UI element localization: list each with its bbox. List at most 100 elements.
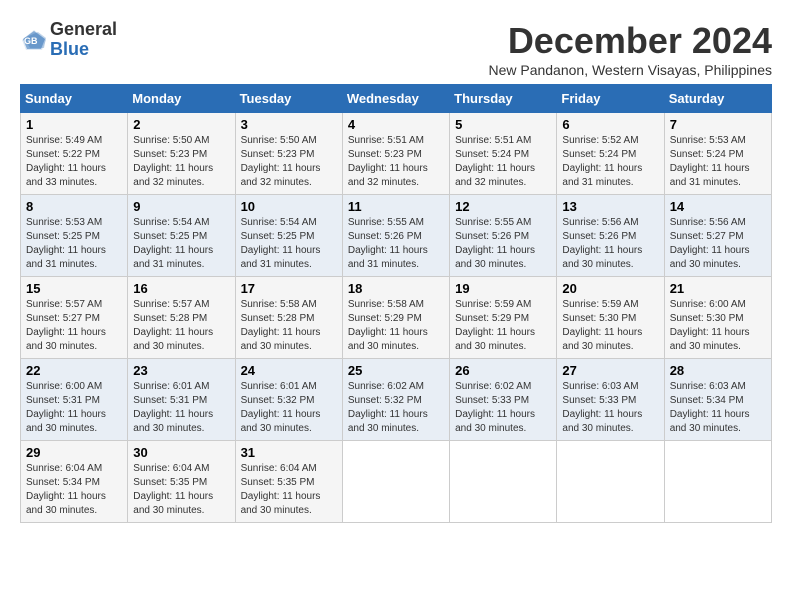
day-info: Sunrise: 5:53 AMSunset: 5:24 PMDaylight:… xyxy=(670,134,766,190)
day-number: 30 xyxy=(133,445,229,460)
day-info: Sunrise: 5:56 AMSunset: 5:27 PMDaylight:… xyxy=(670,216,766,272)
svg-text:GB: GB xyxy=(24,36,38,46)
day-number: 14 xyxy=(670,199,766,214)
calendar-cell: 27Sunrise: 6:03 AMSunset: 5:33 PMDayligh… xyxy=(557,359,664,441)
day-info: Sunrise: 5:58 AMSunset: 5:29 PMDaylight:… xyxy=(348,298,444,354)
title-area: December 2024 New Pandanon, Western Visa… xyxy=(488,20,772,78)
calendar-cell: 4 Sunrise: 5:51 AMSunset: 5:23 PMDaylight… xyxy=(342,113,449,195)
calendar-cell: 9 Sunrise: 5:54 AMSunset: 5:25 PMDaylight… xyxy=(128,195,235,277)
calendar-cell: 13Sunrise: 5:56 AMSunset: 5:26 PMDayligh… xyxy=(557,195,664,277)
day-info: Sunrise: 6:01 AMSunset: 5:31 PMDaylight:… xyxy=(133,380,229,436)
day-number: 28 xyxy=(670,363,766,378)
week-row-3: 15 Sunrise: 5:57 AMSunset: 5:27 PMDayligh… xyxy=(21,277,772,359)
day-number: 16 xyxy=(133,281,229,296)
day-number: 21 xyxy=(670,281,766,296)
day-info: Sunrise: 5:50 AMSunset: 5:23 PMDaylight:… xyxy=(133,134,229,190)
calendar-cell: 22Sunrise: 6:00 AMSunset: 5:31 PMDayligh… xyxy=(21,359,128,441)
weekday-header-sunday: Sunday xyxy=(21,85,128,113)
day-info: Sunrise: 6:04 AMSunset: 5:35 PMDaylight:… xyxy=(241,462,337,518)
weekday-header-row: SundayMondayTuesdayWednesdayThursdayFrid… xyxy=(21,85,772,113)
day-info: Sunrise: 5:53 AMSunset: 5:25 PMDaylight:… xyxy=(26,216,122,272)
day-info: Sunrise: 6:04 AMSunset: 5:35 PMDaylight:… xyxy=(133,462,229,518)
calendar-cell: 6Sunrise: 5:52 AMSunset: 5:24 PMDaylight… xyxy=(557,113,664,195)
calendar-cell: 25Sunrise: 6:02 AMSunset: 5:32 PMDayligh… xyxy=(342,359,449,441)
day-number: 18 xyxy=(348,281,444,296)
calendar-table: SundayMondayTuesdayWednesdayThursdayFrid… xyxy=(20,84,772,523)
calendar-cell: 7 Sunrise: 5:53 AMSunset: 5:24 PMDaylight… xyxy=(664,113,771,195)
calendar-cell xyxy=(557,441,664,523)
day-number: 5 xyxy=(455,117,551,132)
logo: GB General Blue xyxy=(20,20,117,60)
logo-icon: GB xyxy=(20,28,48,52)
day-info: Sunrise: 6:03 AMSunset: 5:34 PMDaylight:… xyxy=(670,380,766,436)
day-number: 26 xyxy=(455,363,551,378)
calendar-cell: 2 Sunrise: 5:50 AMSunset: 5:23 PMDaylight… xyxy=(128,113,235,195)
calendar-cell: 31 Sunrise: 6:04 AMSunset: 5:35 PMDayligh… xyxy=(235,441,342,523)
calendar-cell xyxy=(342,441,449,523)
calendar-cell: 26 Sunrise: 6:02 AMSunset: 5:33 PMDayligh… xyxy=(450,359,557,441)
day-info: Sunrise: 6:02 AMSunset: 5:32 PMDaylight:… xyxy=(348,380,444,436)
calendar-cell xyxy=(664,441,771,523)
day-number: 11 xyxy=(348,199,444,214)
logo-text: General Blue xyxy=(50,20,117,60)
week-row-5: 29Sunrise: 6:04 AMSunset: 5:34 PMDayligh… xyxy=(21,441,772,523)
weekday-header-saturday: Saturday xyxy=(664,85,771,113)
week-row-2: 8 Sunrise: 5:53 AMSunset: 5:25 PMDaylight… xyxy=(21,195,772,277)
calendar-cell: 1 Sunrise: 5:49 AMSunset: 5:22 PMDaylight… xyxy=(21,113,128,195)
header: GB General Blue December 2024 New Pandan… xyxy=(20,20,772,78)
calendar-cell: 29Sunrise: 6:04 AMSunset: 5:34 PMDayligh… xyxy=(21,441,128,523)
day-info: Sunrise: 5:55 AMSunset: 5:26 PMDaylight:… xyxy=(348,216,444,272)
calendar-cell: 23 Sunrise: 6:01 AMSunset: 5:31 PMDayligh… xyxy=(128,359,235,441)
weekday-header-wednesday: Wednesday xyxy=(342,85,449,113)
day-info: Sunrise: 5:49 AMSunset: 5:22 PMDaylight:… xyxy=(26,134,122,190)
day-info: Sunrise: 5:54 AMSunset: 5:25 PMDaylight:… xyxy=(133,216,229,272)
day-number: 7 xyxy=(670,117,766,132)
week-row-1: 1 Sunrise: 5:49 AMSunset: 5:22 PMDaylight… xyxy=(21,113,772,195)
day-info: Sunrise: 5:57 AMSunset: 5:28 PMDaylight:… xyxy=(133,298,229,354)
day-number: 23 xyxy=(133,363,229,378)
day-number: 31 xyxy=(241,445,337,460)
day-number: 12 xyxy=(455,199,551,214)
day-info: Sunrise: 5:58 AMSunset: 5:28 PMDaylight:… xyxy=(241,298,337,354)
week-row-4: 22Sunrise: 6:00 AMSunset: 5:31 PMDayligh… xyxy=(21,359,772,441)
day-number: 29 xyxy=(26,445,122,460)
calendar-cell: 10 Sunrise: 5:54 AMSunset: 5:25 PMDayligh… xyxy=(235,195,342,277)
day-info: Sunrise: 5:50 AMSunset: 5:23 PMDaylight:… xyxy=(241,134,337,190)
calendar-cell: 18 Sunrise: 5:58 AMSunset: 5:29 PMDayligh… xyxy=(342,277,449,359)
calendar-cell: 3 Sunrise: 5:50 AMSunset: 5:23 PMDaylight… xyxy=(235,113,342,195)
calendar-cell: 19 Sunrise: 5:59 AMSunset: 5:29 PMDayligh… xyxy=(450,277,557,359)
day-info: Sunrise: 5:59 AMSunset: 5:30 PMDaylight:… xyxy=(562,298,658,354)
day-number: 8 xyxy=(26,199,122,214)
day-number: 2 xyxy=(133,117,229,132)
weekday-header-friday: Friday xyxy=(557,85,664,113)
calendar-cell: 28 Sunrise: 6:03 AMSunset: 5:34 PMDayligh… xyxy=(664,359,771,441)
day-info: Sunrise: 5:52 AMSunset: 5:24 PMDaylight:… xyxy=(562,134,658,190)
day-info: Sunrise: 5:57 AMSunset: 5:27 PMDaylight:… xyxy=(26,298,122,354)
day-info: Sunrise: 5:59 AMSunset: 5:29 PMDaylight:… xyxy=(455,298,551,354)
calendar-title: December 2024 xyxy=(488,20,772,62)
day-info: Sunrise: 5:54 AMSunset: 5:25 PMDaylight:… xyxy=(241,216,337,272)
calendar-subtitle: New Pandanon, Western Visayas, Philippin… xyxy=(488,62,772,78)
calendar-cell: 24 Sunrise: 6:01 AMSunset: 5:32 PMDayligh… xyxy=(235,359,342,441)
day-number: 9 xyxy=(133,199,229,214)
calendar-cell: 11 Sunrise: 5:55 AMSunset: 5:26 PMDayligh… xyxy=(342,195,449,277)
day-number: 24 xyxy=(241,363,337,378)
day-info: Sunrise: 6:01 AMSunset: 5:32 PMDaylight:… xyxy=(241,380,337,436)
day-info: Sunrise: 6:02 AMSunset: 5:33 PMDaylight:… xyxy=(455,380,551,436)
day-number: 10 xyxy=(241,199,337,214)
day-info: Sunrise: 5:55 AMSunset: 5:26 PMDaylight:… xyxy=(455,216,551,272)
day-number: 15 xyxy=(26,281,122,296)
weekday-header-monday: Monday xyxy=(128,85,235,113)
day-number: 17 xyxy=(241,281,337,296)
day-number: 19 xyxy=(455,281,551,296)
calendar-cell: 15 Sunrise: 5:57 AMSunset: 5:27 PMDayligh… xyxy=(21,277,128,359)
day-info: Sunrise: 5:51 AMSunset: 5:23 PMDaylight:… xyxy=(348,134,444,190)
calendar-cell: 12 Sunrise: 5:55 AMSunset: 5:26 PMDayligh… xyxy=(450,195,557,277)
calendar-cell: 30 Sunrise: 6:04 AMSunset: 5:35 PMDayligh… xyxy=(128,441,235,523)
day-number: 1 xyxy=(26,117,122,132)
day-number: 13 xyxy=(562,199,658,214)
day-number: 3 xyxy=(241,117,337,132)
calendar-cell xyxy=(450,441,557,523)
calendar-cell: 8 Sunrise: 5:53 AMSunset: 5:25 PMDaylight… xyxy=(21,195,128,277)
day-number: 4 xyxy=(348,117,444,132)
